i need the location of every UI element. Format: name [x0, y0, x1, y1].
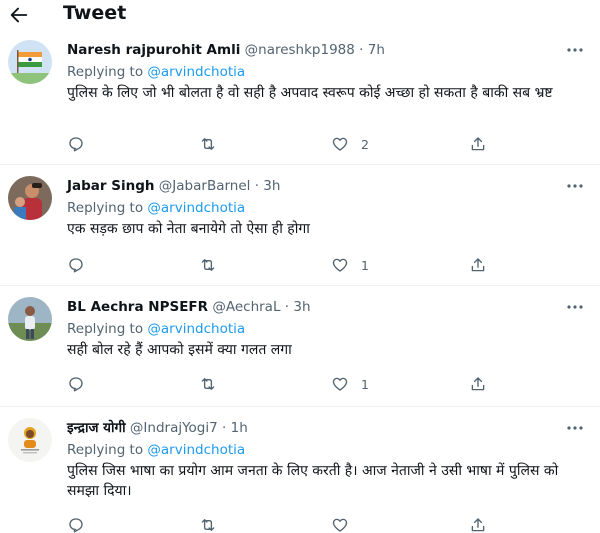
retweet-button[interactable] [199, 133, 229, 155]
reply-icon [69, 137, 83, 152]
heart-icon [332, 377, 348, 391]
avatar[interactable] [8, 418, 52, 462]
reply-icon [69, 518, 83, 533]
retweet-icon [201, 259, 215, 271]
replying-to-label: Replying to [67, 321, 144, 337]
more-options-icon[interactable] [564, 299, 586, 315]
display-name[interactable]: BL Aechra NPSEFR [67, 299, 208, 315]
tweet-actions [67, 514, 497, 533]
replying-to-link[interactable]: @arvindchotia [147, 442, 245, 458]
like-button[interactable] [331, 514, 361, 533]
separator: · [254, 178, 259, 194]
avatar[interactable] [8, 297, 52, 341]
tweet-content: Jabar Singh @JabarBarnel · 3h Replying t… [67, 176, 582, 239]
share-button[interactable] [469, 514, 487, 533]
share-button[interactable] [469, 133, 487, 155]
replying-to: Replying to @arvindchotia [67, 440, 582, 460]
reply-tweet[interactable]: BL Aechra NPSEFR @AechraL · 3h Replying … [0, 287, 600, 407]
reply-icon [69, 258, 83, 273]
tweet-text: पुलिस जिस भाषा का प्रयोग आम जनता के लिए … [67, 463, 559, 499]
replying-to-link[interactable]: @arvindchotia [147, 200, 245, 216]
share-icon [471, 137, 485, 151]
timestamp[interactable]: 3h [293, 299, 310, 315]
arrow-left-icon[interactable] [8, 4, 30, 26]
user-handle[interactable]: @IndrajYogi7 [130, 420, 218, 436]
retweet-button[interactable] [199, 514, 229, 533]
share-button[interactable] [469, 373, 487, 395]
share-icon [471, 258, 485, 272]
reply-tweet[interactable]: Naresh rajpurohit Amli @nareshkp1988 · 7… [0, 30, 600, 165]
reply-tweet[interactable]: इन्द्राज योगी @IndrajYogi7 · 1h Replying… [0, 408, 600, 533]
tweet-text: पुलिस के लिए जो भी बोलता है वो सही है अप… [67, 85, 553, 101]
page-title: Tweet [63, 2, 127, 24]
tweet-text: सही बोल रहे हैं आपको इसमें क्या गलत लगा [67, 342, 292, 358]
retweet-button[interactable] [199, 254, 229, 276]
avatar[interactable] [8, 176, 52, 220]
share-icon [471, 518, 485, 532]
retweet-icon [201, 378, 215, 390]
retweet-icon [201, 519, 215, 531]
retweet-button[interactable] [199, 373, 229, 395]
more-options-icon[interactable] [564, 420, 586, 436]
tweet-meta: इन्द्राज योगी @IndrajYogi7 · 1h [67, 418, 582, 438]
tweet-meta: Jabar Singh @JabarBarnel · 3h [67, 176, 582, 196]
reply-icon [69, 377, 83, 392]
tweet-actions: 1 [67, 254, 497, 276]
tweet-content: Naresh rajpurohit Amli @nareshkp1988 · 7… [67, 40, 582, 103]
more-options-icon[interactable] [564, 42, 586, 58]
separator: · [222, 420, 227, 436]
timestamp[interactable]: 7h [368, 42, 385, 58]
reply-tweet[interactable]: Jabar Singh @JabarBarnel · 3h Replying t… [0, 166, 600, 286]
heart-icon [332, 258, 348, 272]
tweet-text: एक सड़क छाप को नेता बनायेगे तो ऐसा ही हो… [67, 221, 310, 237]
reply-button[interactable] [67, 133, 97, 155]
display-name[interactable]: Naresh rajpurohit Amli [67, 42, 240, 58]
heart-icon [332, 518, 348, 532]
timestamp[interactable]: 1h [231, 420, 248, 436]
replying-to-label: Replying to [67, 200, 144, 216]
replying-to-label: Replying to [67, 64, 144, 80]
replying-to: Replying to @arvindchotia [67, 198, 582, 218]
tweet-header: Tweet [0, 0, 600, 30]
tweet-meta: BL Aechra NPSEFR @AechraL · 3h [67, 297, 582, 317]
reply-button[interactable] [67, 254, 97, 276]
like-button[interactable]: 1 [331, 373, 369, 395]
replying-to-label: Replying to [67, 442, 144, 458]
reply-button[interactable] [67, 373, 97, 395]
avatar[interactable] [8, 40, 52, 84]
tweet-actions: 2 [67, 133, 497, 155]
like-button[interactable]: 2 [331, 133, 369, 155]
separator: · [359, 42, 364, 58]
display-name[interactable]: इन्द्राज योगी [67, 420, 126, 436]
replying-to: Replying to @arvindchotia [67, 62, 582, 82]
like-count: 2 [361, 136, 369, 152]
replying-to-link[interactable]: @arvindchotia [147, 321, 245, 337]
user-handle[interactable]: @AechraL [212, 299, 280, 315]
replying-to-link[interactable]: @arvindchotia [147, 64, 245, 80]
like-button[interactable]: 1 [331, 254, 369, 276]
heart-icon [332, 137, 348, 151]
like-count: 1 [361, 257, 369, 273]
tweet-meta: Naresh rajpurohit Amli @nareshkp1988 · 7… [67, 40, 582, 60]
share-button[interactable] [469, 254, 487, 276]
tweet-actions: 1 [67, 373, 497, 395]
reply-button[interactable] [67, 514, 97, 533]
user-handle[interactable]: @nareshkp1988 [245, 42, 355, 58]
user-handle[interactable]: @JabarBarnel [159, 178, 251, 194]
replying-to: Replying to @arvindchotia [67, 319, 582, 339]
separator: · [284, 299, 290, 315]
tweet-content: BL Aechra NPSEFR @AechraL · 3h Replying … [67, 297, 582, 360]
like-count: 1 [361, 376, 369, 392]
share-icon [471, 377, 485, 391]
timestamp[interactable]: 3h [263, 178, 280, 194]
display-name[interactable]: Jabar Singh [67, 178, 155, 194]
retweet-icon [201, 138, 215, 150]
tweet-content: इन्द्राज योगी @IndrajYogi7 · 1h Replying… [67, 418, 582, 501]
more-options-icon[interactable] [564, 178, 586, 194]
